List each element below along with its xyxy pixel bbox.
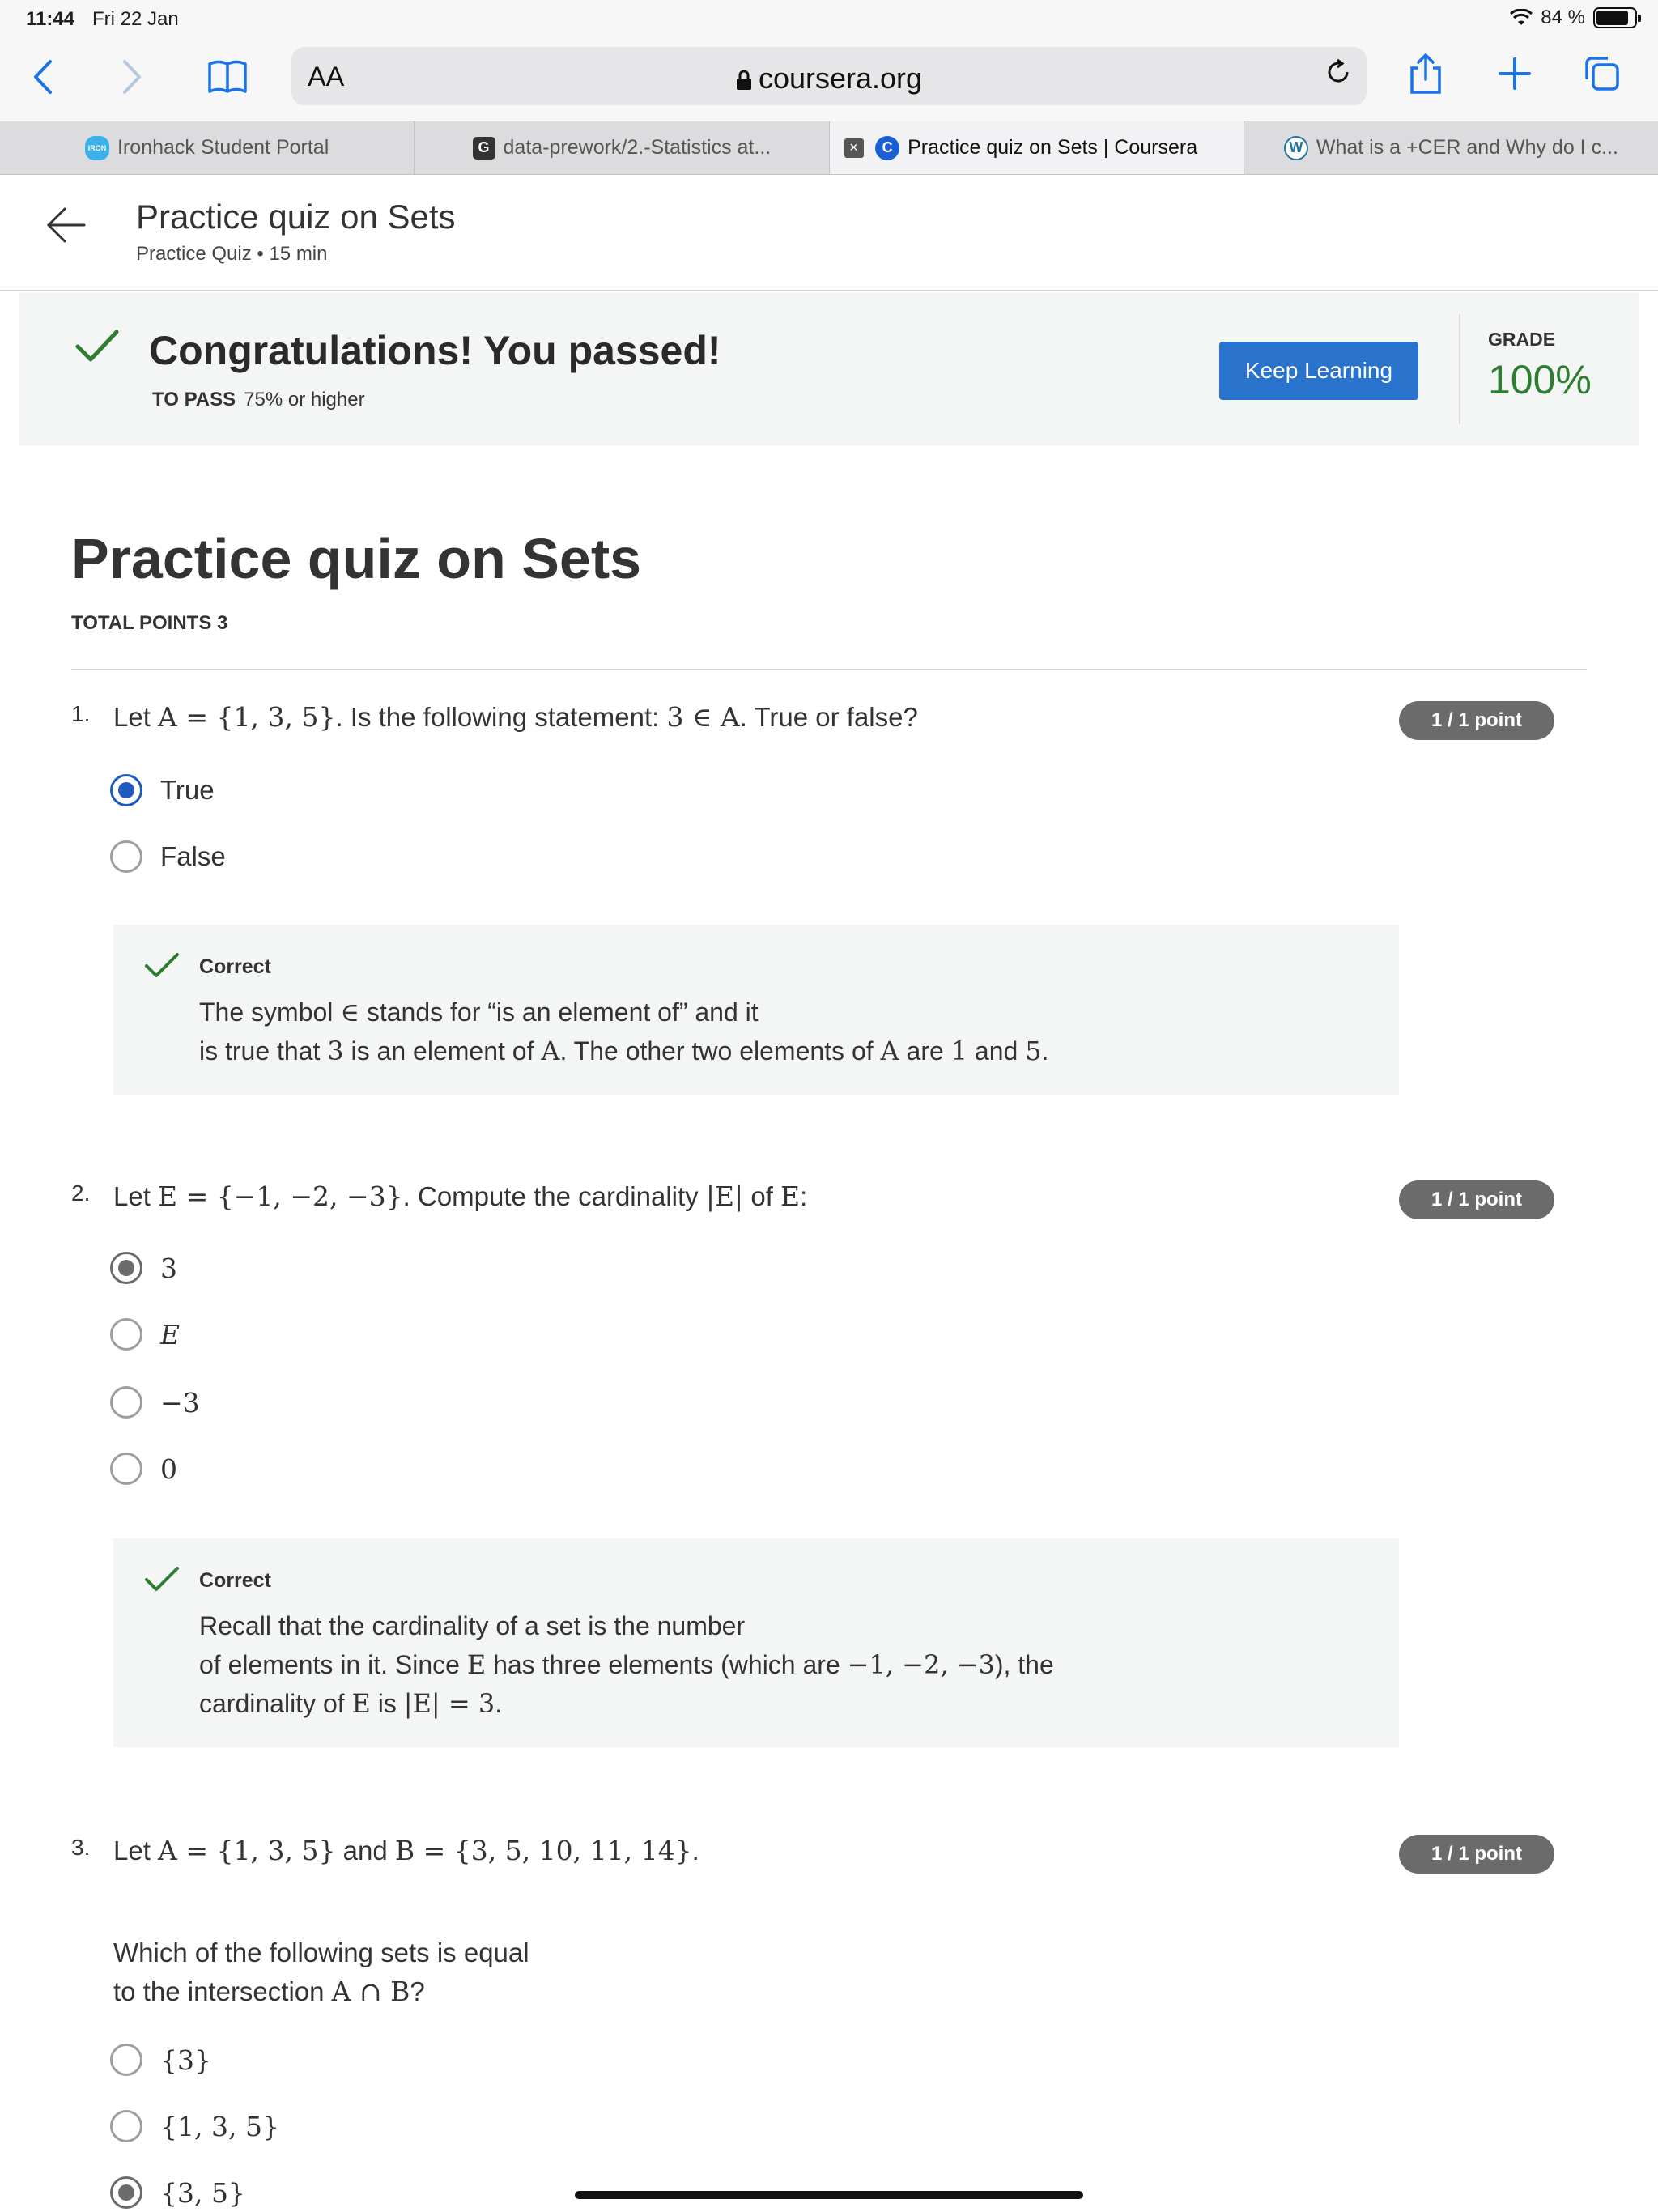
back-arrow-icon[interactable] xyxy=(45,204,87,246)
status-date: Fri 22 Jan xyxy=(92,8,179,30)
close-tab-icon[interactable]: × xyxy=(844,138,864,158)
total-points: TOTAL POINTS 3 xyxy=(71,612,228,634)
option-true[interactable]: True xyxy=(110,772,215,808)
url-display[interactable]: coursera.org xyxy=(291,62,1367,96)
tab-label: Ironhack Student Portal xyxy=(117,136,329,159)
tab-wordpress[interactable]: W What is a +CER and Why do I c... xyxy=(1244,121,1658,174)
question-text: Let A = {1, 3, 5} and B = {3, 5, 10, 11,… xyxy=(113,1835,699,1866)
wordpress-favicon-icon: W xyxy=(1283,135,1308,160)
radio-selected[interactable] xyxy=(110,1252,142,1284)
option-set-1-3-5[interactable]: {1, 3, 5} xyxy=(110,2108,279,2144)
feedback-label: Correct xyxy=(199,955,271,978)
status-right: 84 % xyxy=(1510,6,1641,29)
result-banner: Congratulations! You passed! TO PASS 75% … xyxy=(19,293,1639,445)
feedback-correct: Correct The symbol ∈ stands for “is an e… xyxy=(113,925,1399,1095)
check-icon xyxy=(75,330,119,362)
question-text: Let A = {1, 3, 5}. Is the following stat… xyxy=(113,701,918,733)
points-badge: 1 / 1 point xyxy=(1399,1835,1554,1874)
question-number: 3. xyxy=(71,1835,91,1860)
tab-coursera[interactable]: × C Practice quiz on Sets | Coursera xyxy=(829,121,1244,174)
browser-toolbar: AA coursera.org xyxy=(0,37,1658,121)
reload-icon[interactable] xyxy=(1324,58,1352,86)
battery-percent: 84 % xyxy=(1541,6,1585,28)
status-time: 11:44 xyxy=(26,8,75,30)
wifi-icon xyxy=(1510,9,1533,25)
radio-unselected[interactable] xyxy=(110,2110,142,2142)
to-pass-value: 75% or higher xyxy=(244,389,365,410)
item-subtitle: Practice Quiz • 15 min xyxy=(136,243,328,265)
radio-unselected[interactable] xyxy=(110,2044,142,2076)
lock-icon xyxy=(736,70,751,90)
points-badge: 1 / 1 point xyxy=(1399,1180,1554,1219)
option-3[interactable]: 3 xyxy=(110,1250,177,1286)
check-icon xyxy=(145,1567,179,1591)
option-0[interactable]: 0 xyxy=(110,1451,177,1487)
radio-unselected[interactable] xyxy=(110,1318,142,1351)
item-title: Practice quiz on Sets xyxy=(136,198,456,236)
back-chevron-icon[interactable] xyxy=(31,58,55,96)
feedback-correct: Correct Recall that the cardinality of a… xyxy=(113,1538,1399,1747)
url-text: coursera.org xyxy=(758,62,923,95)
home-indicator[interactable] xyxy=(575,2191,1083,2199)
address-bar[interactable]: AA coursera.org xyxy=(291,47,1367,105)
question-number: 2. xyxy=(71,1180,91,1206)
question-number: 1. xyxy=(71,701,91,726)
banner-divider xyxy=(1459,314,1460,424)
coursera-favicon-icon: C xyxy=(875,135,900,160)
tab-label: What is a +CER and Why do I c... xyxy=(1316,136,1618,159)
option-set-3-5[interactable]: {3, 5} xyxy=(110,2175,245,2210)
forward-chevron-icon[interactable] xyxy=(120,58,144,96)
check-icon xyxy=(145,953,179,977)
tabs-overview-icon[interactable] xyxy=(1584,55,1621,92)
tab-bar: IRON Ironhack Student Portal G data-prew… xyxy=(0,121,1658,175)
battery-icon xyxy=(1593,7,1641,28)
bookmarks-icon[interactable] xyxy=(207,60,248,94)
grade-label: GRADE xyxy=(1488,329,1556,350)
feedback-text: The symbol ∈ stands for “is an element o… xyxy=(199,997,1049,1066)
grade-value: 100% xyxy=(1488,357,1592,402)
option-set-3[interactable]: {3} xyxy=(110,2042,211,2078)
to-pass-label: TO PASS xyxy=(152,389,236,410)
ironhack-favicon-icon: IRON xyxy=(84,135,109,160)
status-bar: 11:44 Fri 22 Jan 84 % xyxy=(0,0,1658,37)
to-pass-info: TO PASS 75% or higher xyxy=(152,389,365,411)
feedback-label: Correct xyxy=(199,1569,271,1592)
g-favicon-icon: G xyxy=(472,136,495,160)
feedback-text: Recall that the cardinality of a set is … xyxy=(199,1611,1054,1719)
keep-learning-button[interactable]: Keep Learning xyxy=(1219,342,1418,400)
radio-unselected[interactable] xyxy=(110,1386,142,1419)
tab-label: data-prework/2.-Statistics at... xyxy=(503,136,772,159)
new-tab-plus-icon[interactable] xyxy=(1498,57,1532,91)
radio-selected[interactable] xyxy=(110,774,142,806)
radio-unselected[interactable] xyxy=(110,840,142,873)
divider xyxy=(71,669,1587,670)
tab-label: Practice quiz on Sets | Coursera xyxy=(908,136,1198,159)
question-prompt: Which of the following sets is equal to … xyxy=(113,1938,529,2007)
tab-ironhack[interactable]: IRON Ironhack Student Portal xyxy=(0,121,415,174)
pass-message: Congratulations! You passed! xyxy=(149,328,721,373)
option-e[interactable]: E xyxy=(110,1317,180,1352)
tab-github[interactable]: G data-prework/2.-Statistics at... xyxy=(414,121,830,174)
question-text: Let E = {−1, −2, −3}. Compute the cardin… xyxy=(113,1180,808,1212)
radio-selected[interactable] xyxy=(110,2176,142,2209)
radio-unselected[interactable] xyxy=(110,1453,142,1485)
option-minus-3[interactable]: −3 xyxy=(110,1385,200,1420)
quiz-title: Practice quiz on Sets xyxy=(71,527,642,590)
option-false[interactable]: False xyxy=(110,839,226,874)
item-header: Practice quiz on Sets Practice Quiz • 15… xyxy=(0,175,1658,291)
points-badge: 1 / 1 point xyxy=(1399,701,1554,740)
share-icon[interactable] xyxy=(1409,52,1443,96)
